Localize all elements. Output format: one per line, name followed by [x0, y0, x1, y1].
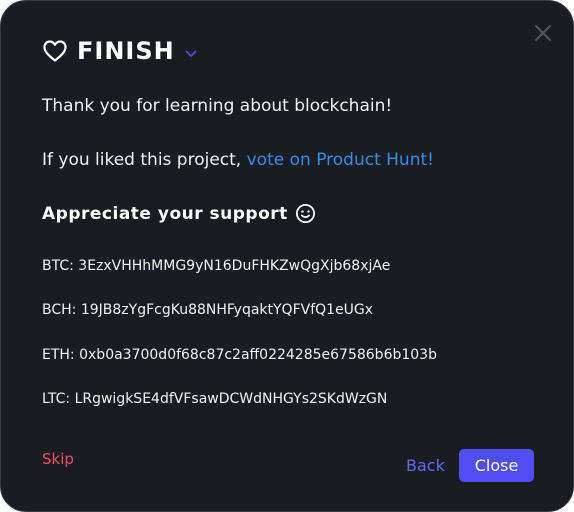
- coin-label: BTC:: [42, 258, 74, 274]
- dialog-header: FINISH: [42, 35, 197, 67]
- ltc-address-row: LTC: LRgwigkSE4dfVFsawDCWdNHGYs2SKdWzGN: [42, 391, 387, 407]
- back-button[interactable]: Back: [406, 456, 445, 475]
- close-button[interactable]: Close: [459, 449, 534, 482]
- skip-button[interactable]: Skip: [42, 450, 74, 468]
- wallet-address: LRgwigkSE4dfVFsawDCWdNHGYs2SKdWzGN: [74, 391, 388, 407]
- eth-address-row: ETH: 0xb0a3700d0f68c87c2aff0224285e67586…: [42, 347, 437, 363]
- finish-dialog: FINISH Thank you for learning about bloc…: [0, 0, 574, 512]
- smile-icon: [295, 203, 315, 224]
- thank-you-text: Thank you for learning about blockchain!: [42, 96, 393, 116]
- close-icon[interactable]: [532, 22, 554, 44]
- wallet-address: 19JB8zYgFcgKu88NHFyqaktYQFVfQ1eUGx: [80, 302, 374, 318]
- coin-label: LTC:: [42, 391, 71, 407]
- bch-address-row: BCH: 19JB8zYgFcgKu88NHFyqaktYQFVfQ1eUGx: [42, 302, 373, 318]
- heart-icon: [43, 40, 67, 62]
- vote-line: If you liked this project, vote on Produ…: [42, 150, 434, 170]
- wallet-address: 3EzxVHHhMMG9yN16DuFHKZwQgXjb68xjAe: [78, 258, 391, 274]
- wallet-address: 0xb0a3700d0f68c87c2aff0224285e67586b6b10…: [79, 347, 437, 363]
- chevron-down-icon[interactable]: [185, 50, 197, 58]
- coin-label: ETH:: [42, 347, 75, 363]
- support-heading: Appreciate your support: [42, 203, 288, 224]
- dialog-title: FINISH: [77, 37, 175, 65]
- btc-address-row: BTC: 3EzxVHHhMMG9yN16DuFHKZwQgXjb68xjAe: [42, 258, 390, 274]
- support-heading-row: Appreciate your support: [42, 203, 316, 224]
- product-hunt-link[interactable]: vote on Product Hunt!: [247, 150, 434, 170]
- vote-prefix: If you liked this project,: [42, 150, 247, 170]
- coin-label: BCH:: [42, 302, 77, 318]
